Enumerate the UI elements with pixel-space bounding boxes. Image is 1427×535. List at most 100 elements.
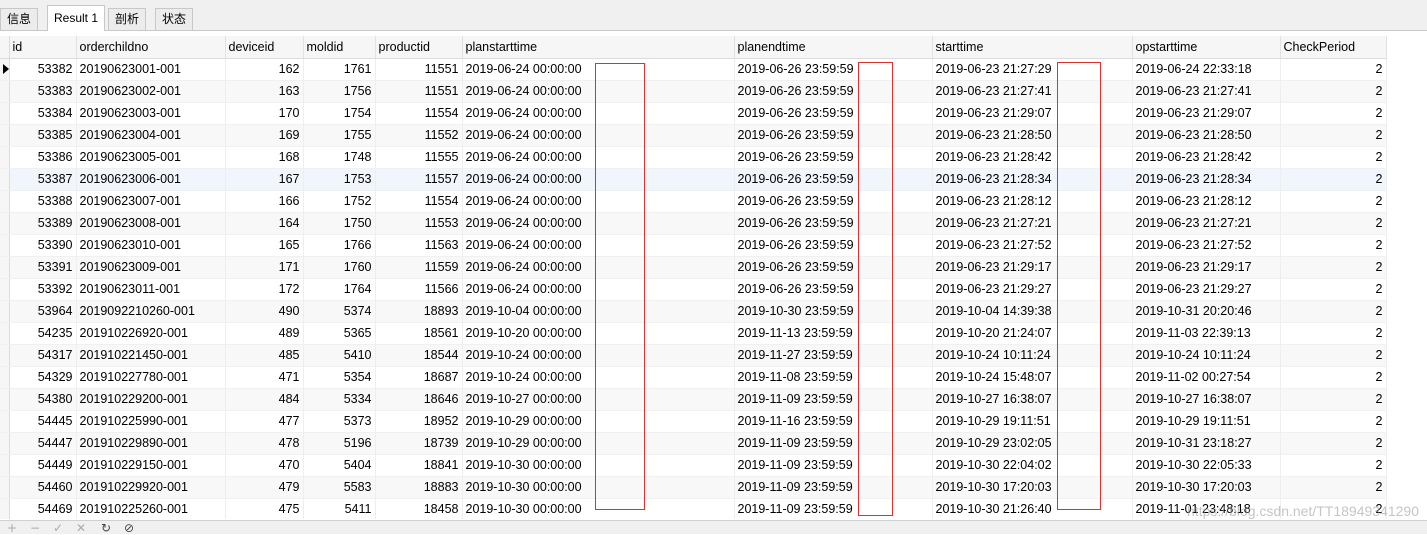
cell-starttime[interactable]: 2019-10-30 22:04:02 xyxy=(932,454,1133,477)
cell-planstarttime[interactable]: 2019-10-30 00:00:00 xyxy=(462,476,735,499)
cell-deviceid[interactable]: 169 xyxy=(225,124,304,147)
cell-orderchildno[interactable]: 20190623003-001 xyxy=(76,102,226,125)
cell-planstarttime[interactable]: 2019-06-24 00:00:00 xyxy=(462,256,735,279)
cell-checkperiod[interactable]: 2 xyxy=(1280,190,1387,213)
cell-checkperiod[interactable]: 2 xyxy=(1280,454,1387,477)
tab-result-1[interactable]: Result 1 xyxy=(47,5,106,31)
cell-deviceid[interactable]: 167 xyxy=(225,168,304,191)
cell-id[interactable]: 53389 xyxy=(9,212,77,235)
cell-productid[interactable]: 18952 xyxy=(375,410,463,433)
cell-deviceid[interactable]: 471 xyxy=(225,366,304,389)
cell-orderchildno[interactable]: 2019092210260-001 xyxy=(76,300,226,323)
column-header-deviceid[interactable]: deviceid xyxy=(225,36,304,59)
cell-planstarttime[interactable]: 2019-10-30 00:00:00 xyxy=(462,498,735,519)
cell-productid[interactable]: 18841 xyxy=(375,454,463,477)
cell-planendtime[interactable]: 2019-06-26 23:59:59 xyxy=(734,80,933,103)
column-header-orderchildno[interactable]: orderchildno xyxy=(76,36,226,59)
row-selector[interactable] xyxy=(0,168,10,191)
cell-planendtime[interactable]: 2019-06-26 23:59:59 xyxy=(734,168,933,191)
refresh-icon[interactable]: ↻ xyxy=(101,522,111,534)
minus-icon[interactable]: − xyxy=(30,522,40,534)
table-row[interactable]: 54380 201910229200-001 484 5334 18646 2019-10… xyxy=(0,388,1387,411)
cell-orderchildno[interactable]: 201910226920-001 xyxy=(76,322,226,345)
cell-starttime[interactable]: 2019-10-27 16:38:07 xyxy=(932,388,1133,411)
cell-planstarttime[interactable]: 2019-06-24 00:00:00 xyxy=(462,102,735,125)
row-selector[interactable] xyxy=(0,58,10,81)
table-row[interactable]: 54447 201910229890-001 478 5196 18739 2019-10… xyxy=(0,432,1387,455)
cell-moldid[interactable]: 5354 xyxy=(303,366,376,389)
cell-planendtime[interactable]: 2019-11-09 23:59:59 xyxy=(734,454,933,477)
cell-orderchildno[interactable]: 20190623004-001 xyxy=(76,124,226,147)
cell-orderchildno[interactable]: 20190623011-001 xyxy=(76,278,226,301)
cell-starttime[interactable]: 2019-10-30 21:26:40 xyxy=(932,498,1133,519)
cell-opstarttime[interactable]: 2019-06-23 21:27:41 xyxy=(1132,80,1281,103)
row-selector[interactable] xyxy=(0,190,10,213)
close-icon[interactable]: ✕ xyxy=(76,522,86,534)
column-header-starttime[interactable]: starttime xyxy=(932,36,1133,59)
cell-checkperiod[interactable]: 2 xyxy=(1280,366,1387,389)
column-header-opstarttime[interactable]: opstarttime xyxy=(1132,36,1281,59)
cell-deviceid[interactable]: 477 xyxy=(225,410,304,433)
cell-id[interactable]: 53392 xyxy=(9,278,77,301)
cell-opstarttime[interactable]: 2019-06-23 21:29:07 xyxy=(1132,102,1281,125)
cell-planstarttime[interactable]: 2019-10-29 00:00:00 xyxy=(462,410,735,433)
cell-checkperiod[interactable]: 2 xyxy=(1280,234,1387,257)
cell-productid[interactable]: 18646 xyxy=(375,388,463,411)
table-row[interactable]: 54460 201910229920-001 479 5583 18883 2019-10… xyxy=(0,476,1387,499)
cell-orderchildno[interactable]: 20190623010-001 xyxy=(76,234,226,257)
cell-moldid[interactable]: 1753 xyxy=(303,168,376,191)
tab-info[interactable]: 信息 xyxy=(0,8,39,30)
cell-opstarttime[interactable]: 2019-10-30 22:05:33 xyxy=(1132,454,1281,477)
cell-planstarttime[interactable]: 2019-10-27 00:00:00 xyxy=(462,388,735,411)
cell-planstarttime[interactable]: 2019-10-04 00:00:00 xyxy=(462,300,735,323)
cell-opstarttime[interactable]: 2019-11-01 23:48:18 xyxy=(1132,498,1281,519)
row-selector[interactable] xyxy=(0,256,10,279)
cell-productid[interactable]: 18458 xyxy=(375,498,463,519)
cell-planstarttime[interactable]: 2019-10-30 00:00:00 xyxy=(462,454,735,477)
cell-starttime[interactable]: 2019-06-23 21:29:27 xyxy=(932,278,1133,301)
cell-deviceid[interactable]: 165 xyxy=(225,234,304,257)
cell-productid[interactable]: 11551 xyxy=(375,80,463,103)
cell-planstarttime[interactable]: 2019-10-24 00:00:00 xyxy=(462,344,735,367)
cell-starttime[interactable]: 2019-06-23 21:27:29 xyxy=(932,58,1133,81)
cell-moldid[interactable]: 1766 xyxy=(303,234,376,257)
cell-moldid[interactable]: 1760 xyxy=(303,256,376,279)
cell-starttime[interactable]: 2019-06-23 21:29:17 xyxy=(932,256,1133,279)
cell-checkperiod[interactable]: 2 xyxy=(1280,300,1387,323)
cell-planstarttime[interactable]: 2019-10-20 00:00:00 xyxy=(462,322,735,345)
table-row[interactable]: 54317 201910221450-001 485 5410 18544 2019-10… xyxy=(0,344,1387,367)
cell-productid[interactable]: 11555 xyxy=(375,146,463,169)
cell-planstarttime[interactable]: 2019-06-24 00:00:00 xyxy=(462,80,735,103)
cell-opstarttime[interactable]: 2019-06-24 22:33:18 xyxy=(1132,58,1281,81)
table-row[interactable]: 54329 201910227780-001 471 5354 18687 2019-10… xyxy=(0,366,1387,389)
cell-planstarttime[interactable]: 2019-06-24 00:00:00 xyxy=(462,168,735,191)
cell-checkperiod[interactable]: 2 xyxy=(1280,322,1387,345)
cell-planendtime[interactable]: 2019-11-13 23:59:59 xyxy=(734,322,933,345)
cell-planstarttime[interactable]: 2019-06-24 00:00:00 xyxy=(462,278,735,301)
table-row[interactable]: 53384 20190623003-001 170 1754 11554 2019-06-… xyxy=(0,102,1387,125)
cell-checkperiod[interactable]: 2 xyxy=(1280,256,1387,279)
cell-starttime[interactable]: 2019-06-23 21:27:41 xyxy=(932,80,1133,103)
cell-orderchildno[interactable]: 20190623006-001 xyxy=(76,168,226,191)
cell-id[interactable]: 53383 xyxy=(9,80,77,103)
cell-planendtime[interactable]: 2019-11-27 23:59:59 xyxy=(734,344,933,367)
cell-deviceid[interactable]: 478 xyxy=(225,432,304,455)
cell-checkperiod[interactable]: 2 xyxy=(1280,124,1387,147)
cell-planendtime[interactable]: 2019-11-09 23:59:59 xyxy=(734,498,933,519)
cell-id[interactable]: 54329 xyxy=(9,366,77,389)
cell-starttime[interactable]: 2019-06-23 21:28:42 xyxy=(932,146,1133,169)
table-row[interactable]: 53382 20190623001-001 162 1761 11551 2019-06-… xyxy=(0,58,1387,81)
cell-orderchildno[interactable]: 20190623009-001 xyxy=(76,256,226,279)
cell-planstarttime[interactable]: 2019-06-24 00:00:00 xyxy=(462,124,735,147)
cell-checkperiod[interactable]: 2 xyxy=(1280,168,1387,191)
cell-planendtime[interactable]: 2019-06-26 23:59:59 xyxy=(734,124,933,147)
cell-opstarttime[interactable]: 2019-10-30 17:20:03 xyxy=(1132,476,1281,499)
cell-productid[interactable]: 18739 xyxy=(375,432,463,455)
cell-starttime[interactable]: 2019-06-23 21:28:12 xyxy=(932,190,1133,213)
cell-moldid[interactable]: 1761 xyxy=(303,58,376,81)
cell-checkperiod[interactable]: 2 xyxy=(1280,102,1387,125)
table-row[interactable]: 53388 20190623007-001 166 1752 11554 2019-06-… xyxy=(0,190,1387,213)
cell-id[interactable]: 53387 xyxy=(9,168,77,191)
table-row[interactable]: 53383 20190623002-001 163 1756 11551 2019-06-… xyxy=(0,80,1387,103)
column-header-moldid[interactable]: moldid xyxy=(303,36,376,59)
